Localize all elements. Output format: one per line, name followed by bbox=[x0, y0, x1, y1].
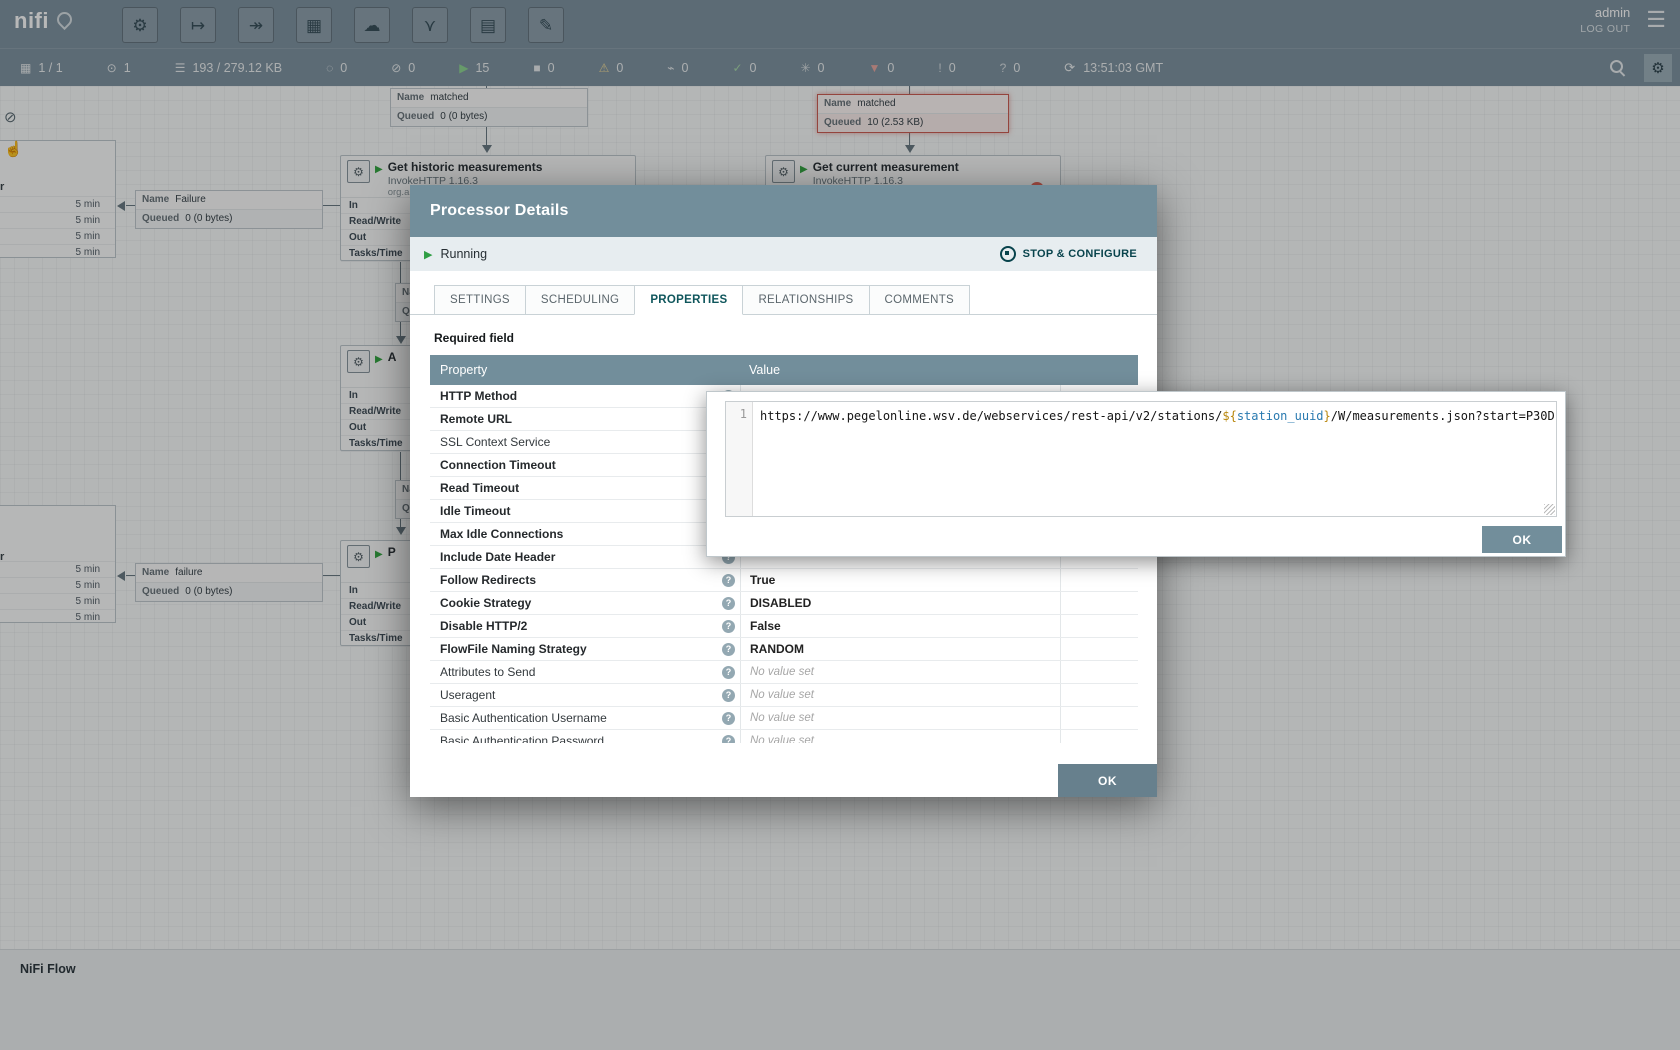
stop-and-configure-button[interactable]: STOP & CONFIGURE bbox=[994, 245, 1143, 263]
property-name: Basic Authentication Username bbox=[440, 711, 607, 725]
property-name: Read Timeout bbox=[440, 481, 519, 495]
property-name: Attributes to Send bbox=[440, 665, 535, 679]
help-icon[interactable]: ? bbox=[722, 574, 735, 587]
help-icon[interactable]: ? bbox=[722, 597, 735, 610]
property-name: Remote URL bbox=[440, 412, 512, 426]
property-extra-cell bbox=[1060, 730, 1138, 743]
help-icon[interactable]: ? bbox=[722, 620, 735, 633]
line-number: 1 bbox=[740, 407, 747, 421]
property-name: Cookie Strategy bbox=[440, 596, 531, 610]
property-extra-cell bbox=[1060, 684, 1138, 706]
tab-relationships[interactable]: RELATIONSHIPS bbox=[742, 285, 869, 315]
property-row[interactable]: Basic Authentication Username?No value s… bbox=[430, 707, 1138, 730]
property-extra-cell bbox=[1060, 638, 1138, 660]
processor-state: Running bbox=[440, 247, 487, 261]
tab-scheduling[interactable]: SCHEDULING bbox=[525, 285, 635, 315]
dialog-title: Processor Details bbox=[430, 202, 569, 220]
running-icon: ▶ bbox=[424, 248, 432, 261]
url-segment-attribute: station_uuid bbox=[1237, 409, 1324, 423]
property-value[interactable]: RANDOM bbox=[740, 638, 1060, 660]
tab-properties[interactable]: PROPERTIES bbox=[634, 285, 743, 315]
property-row[interactable]: Useragent?No value set bbox=[430, 684, 1138, 707]
property-row[interactable]: Follow Redirects?True bbox=[430, 569, 1138, 592]
help-icon[interactable]: ? bbox=[722, 666, 735, 679]
property-name-cell: Cookie Strategy? bbox=[430, 592, 740, 614]
property-value[interactable]: No value set bbox=[740, 730, 1060, 743]
help-icon[interactable]: ? bbox=[722, 735, 735, 744]
property-extra-cell bbox=[1060, 569, 1138, 591]
property-name-cell: Basic Authentication Username? bbox=[430, 707, 740, 729]
nifi-application: nifi ⚙↦↠▦☁⋎▤✎ admin LOG OUT ☰ ▦1 / 1⊙1☰1… bbox=[0, 0, 1680, 1050]
url-segment-plain: https://www.pegelonline.wsv.de/webservic… bbox=[760, 409, 1222, 423]
code-editor[interactable]: 1 https://www.pegelonline.wsv.de/webserv… bbox=[725, 401, 1557, 517]
property-name-cell: HTTP Method? bbox=[430, 385, 740, 407]
property-name: Basic Authentication Password bbox=[440, 734, 604, 743]
value-column-header: Value bbox=[740, 363, 1138, 377]
stop-configure-label: STOP & CONFIGURE bbox=[1023, 248, 1137, 260]
property-extra-cell bbox=[1060, 592, 1138, 614]
property-name: Disable HTTP/2 bbox=[440, 619, 527, 633]
property-name: SSL Context Service bbox=[440, 435, 550, 449]
property-name-cell: Include Date Header? bbox=[430, 546, 740, 568]
line-number-gutter: 1 bbox=[726, 402, 753, 516]
property-value[interactable]: True bbox=[740, 569, 1060, 591]
property-name-cell: Connection Timeout? bbox=[430, 454, 740, 476]
property-extra-cell bbox=[1060, 615, 1138, 637]
url-segment-bracket: } bbox=[1324, 409, 1331, 423]
property-name: Idle Timeout bbox=[440, 504, 510, 518]
remote-url-value[interactable]: https://www.pegelonline.wsv.de/webservic… bbox=[753, 402, 1556, 516]
property-name: Connection Timeout bbox=[440, 458, 556, 472]
property-name: Useragent bbox=[440, 688, 495, 702]
help-icon[interactable]: ? bbox=[722, 712, 735, 725]
property-name: Follow Redirects bbox=[440, 573, 536, 587]
dialog-ok-button[interactable]: OK bbox=[1058, 764, 1157, 797]
property-name: Max Idle Connections bbox=[440, 527, 563, 541]
help-icon[interactable]: ? bbox=[722, 643, 735, 656]
property-value[interactable]: No value set bbox=[740, 707, 1060, 729]
property-table-header: Property Value bbox=[430, 355, 1138, 385]
property-row[interactable]: Cookie Strategy?DISABLED bbox=[430, 592, 1138, 615]
stop-configure-icon bbox=[1000, 246, 1016, 262]
property-name-cell: Basic Authentication Password? bbox=[430, 730, 740, 743]
property-name: FlowFile Naming Strategy bbox=[440, 642, 587, 656]
property-extra-cell bbox=[1060, 661, 1138, 683]
url-segment-bracket: ${ bbox=[1222, 409, 1236, 423]
dialog-header: Processor Details bbox=[410, 185, 1157, 237]
property-value-editor: 1 https://www.pegelonline.wsv.de/webserv… bbox=[706, 391, 1566, 557]
required-field-note: Required field bbox=[434, 331, 1157, 345]
property-name-cell: Disable HTTP/2? bbox=[430, 615, 740, 637]
property-row[interactable]: FlowFile Naming Strategy?RANDOM bbox=[430, 638, 1138, 661]
property-row[interactable]: Attributes to Send?No value set bbox=[430, 661, 1138, 684]
property-extra-cell bbox=[1060, 707, 1138, 729]
editor-ok-button[interactable]: OK bbox=[1482, 526, 1562, 553]
tab-settings[interactable]: SETTINGS bbox=[434, 285, 526, 315]
property-value[interactable]: False bbox=[740, 615, 1060, 637]
property-name: Include Date Header bbox=[440, 550, 555, 564]
property-column-header: Property bbox=[430, 363, 740, 377]
property-name-cell: FlowFile Naming Strategy? bbox=[430, 638, 740, 660]
property-row[interactable]: Basic Authentication Password?No value s… bbox=[430, 730, 1138, 743]
tab-comments[interactable]: COMMENTS bbox=[869, 285, 970, 315]
dialog-tabs: SETTINGSSCHEDULINGPROPERTIESRELATIONSHIP… bbox=[410, 285, 1157, 315]
property-value[interactable]: DISABLED bbox=[740, 592, 1060, 614]
property-name-cell: Useragent? bbox=[430, 684, 740, 706]
property-name-cell: Remote URL? bbox=[430, 408, 740, 430]
property-value[interactable]: No value set bbox=[740, 661, 1060, 683]
property-name-cell: Read Timeout? bbox=[430, 477, 740, 499]
dialog-status-row: ▶ Running STOP & CONFIGURE bbox=[410, 237, 1157, 271]
property-name-cell: Max Idle Connections? bbox=[430, 523, 740, 545]
property-row[interactable]: Disable HTTP/2?False bbox=[430, 615, 1138, 638]
property-name-cell: Attributes to Send? bbox=[430, 661, 740, 683]
resize-handle-icon[interactable] bbox=[1544, 504, 1555, 515]
property-name-cell: SSL Context Service? bbox=[430, 431, 740, 453]
url-segment-plain: /W/measurements.json?start=P30D bbox=[1331, 409, 1555, 423]
property-value[interactable]: No value set bbox=[740, 684, 1060, 706]
help-icon[interactable]: ? bbox=[722, 689, 735, 702]
property-name: HTTP Method bbox=[440, 389, 517, 403]
property-name-cell: Follow Redirects? bbox=[430, 569, 740, 591]
property-name-cell: Idle Timeout? bbox=[430, 500, 740, 522]
